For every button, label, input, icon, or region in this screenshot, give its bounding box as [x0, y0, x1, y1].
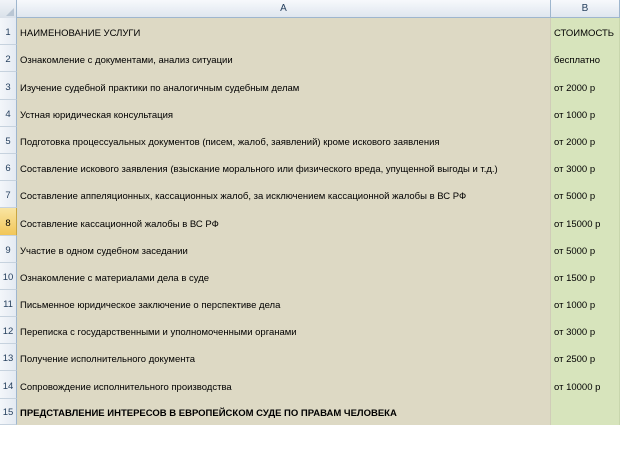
table-row: 14 Сопровождение исполнительного произво…	[0, 371, 620, 399]
table-row: 6 Составление искового заявления (взыска…	[0, 153, 620, 182]
cell-a[interactable]: Сопровождение исполнительного производст…	[17, 371, 551, 399]
cell-a-section-heading[interactable]: ПРЕДСТАВЛЕНИЕ ИНТЕРЕСОВ В ЕВРОПЕЙСКОМ СУ…	[17, 398, 551, 425]
rows-container: 1 НАИМЕНОВАНИЕ УСЛУГИ СТОИМОСТЬ 2 Ознако…	[0, 18, 620, 425]
cell-b[interactable]: от 1000 р	[551, 99, 620, 127]
table-row: 12 Переписка с государственными и уполно…	[0, 317, 620, 345]
column-header-a[interactable]: A	[17, 0, 551, 17]
cell-b[interactable]: от 3000 р	[551, 317, 620, 345]
table-row: 5 Подготовка процессуальных документов (…	[0, 126, 620, 154]
table-row: 4 Устная юридическая консультация от 100…	[0, 99, 620, 127]
row-header[interactable]: 9	[0, 235, 17, 263]
row-header[interactable]: 15	[0, 398, 17, 425]
row-header[interactable]: 14	[0, 371, 17, 399]
table-row-selected: 8 Составление кассационной жалобы в ВС Р…	[0, 208, 620, 236]
row-header[interactable]: 11	[0, 289, 17, 318]
cell-b[interactable]: от 5000 р	[551, 235, 620, 263]
table-row: 11 Письменное юридическое заключение о п…	[0, 289, 620, 318]
table-row: 13 Получение исполнительного документа о…	[0, 344, 620, 372]
table-row: 15 ПРЕДСТАВЛЕНИЕ ИНТЕРЕСОВ В ЕВРОПЕЙСКОМ…	[0, 398, 620, 425]
cell-a[interactable]: Письменное юридическое заключение о перс…	[17, 289, 551, 318]
select-all-corner[interactable]	[0, 0, 17, 18]
cell-a[interactable]: Составление кассационной жалобы в ВС РФ	[17, 208, 551, 236]
cell-a[interactable]: Устная юридическая консультация	[17, 99, 551, 127]
cell-a[interactable]: Участие в одном судебном заседании	[17, 235, 551, 263]
row-header[interactable]: 3	[0, 72, 17, 100]
cell-b[interactable]: бесплатно	[551, 45, 620, 73]
cell-b[interactable]: от 2500 р	[551, 344, 620, 372]
spreadsheet: A B 1 НАИМЕНОВАНИЕ УСЛУГИ СТОИМОСТЬ 2 Оз…	[0, 0, 620, 456]
row-header[interactable]: 4	[0, 99, 17, 127]
cell-b[interactable]: от 2000 р	[551, 72, 620, 100]
row-header[interactable]: 6	[0, 153, 17, 182]
table-row: 2 Ознакомление с документами, анализ сит…	[0, 45, 620, 73]
row-header[interactable]: 10	[0, 262, 17, 290]
cell-b[interactable]	[551, 398, 620, 425]
row-header-selected[interactable]: 8	[0, 208, 17, 236]
row-header[interactable]: 13	[0, 344, 17, 372]
cell-b[interactable]: от 3000 р	[551, 153, 620, 182]
row-header[interactable]: 5	[0, 126, 17, 154]
cell-b[interactable]: СТОИМОСТЬ	[551, 18, 620, 46]
column-header-bar: A B	[0, 0, 620, 18]
row-header[interactable]: 12	[0, 317, 17, 345]
cell-a[interactable]: Ознакомление с документами, анализ ситуа…	[17, 45, 551, 73]
cell-b[interactable]: от 1500 р	[551, 262, 620, 290]
cell-b[interactable]: от 10000 р	[551, 371, 620, 399]
cell-a[interactable]: Составление аппеляционных, кассационных …	[17, 181, 551, 209]
column-header-b[interactable]: B	[551, 0, 620, 17]
row-header[interactable]: 7	[0, 181, 17, 209]
cell-b[interactable]: от 1000 р	[551, 289, 620, 318]
table-row: 10 Ознакомление с материалами дела в суд…	[0, 262, 620, 290]
cell-a[interactable]: Ознакомление с материалами дела в суде	[17, 262, 551, 290]
row-header[interactable]: 2	[0, 45, 17, 73]
cell-a[interactable]: Переписка с государственными и уполномоч…	[17, 317, 551, 345]
cell-a[interactable]: Изучение судебной практики по аналогичны…	[17, 72, 551, 100]
cell-b[interactable]: от 2000 р	[551, 126, 620, 154]
table-row: 7 Составление аппеляционных, кассационны…	[0, 181, 620, 209]
table-row: 9 Участие в одном судебном заседании от …	[0, 235, 620, 263]
row-header[interactable]: 1	[0, 18, 17, 46]
cell-b[interactable]: от 15000 р	[551, 208, 620, 236]
cell-a[interactable]: Подготовка процессуальных документов (пи…	[17, 126, 551, 154]
table-row: 1 НАИМЕНОВАНИЕ УСЛУГИ СТОИМОСТЬ	[0, 18, 620, 46]
cell-a[interactable]: Составление искового заявления (взыскани…	[17, 153, 551, 182]
cell-a[interactable]: НАИМЕНОВАНИЕ УСЛУГИ	[17, 18, 551, 46]
table-row: 3 Изучение судебной практики по аналогич…	[0, 72, 620, 100]
cell-a[interactable]: Получение исполнительного документа	[17, 344, 551, 372]
cell-b[interactable]: от 5000 р	[551, 181, 620, 209]
